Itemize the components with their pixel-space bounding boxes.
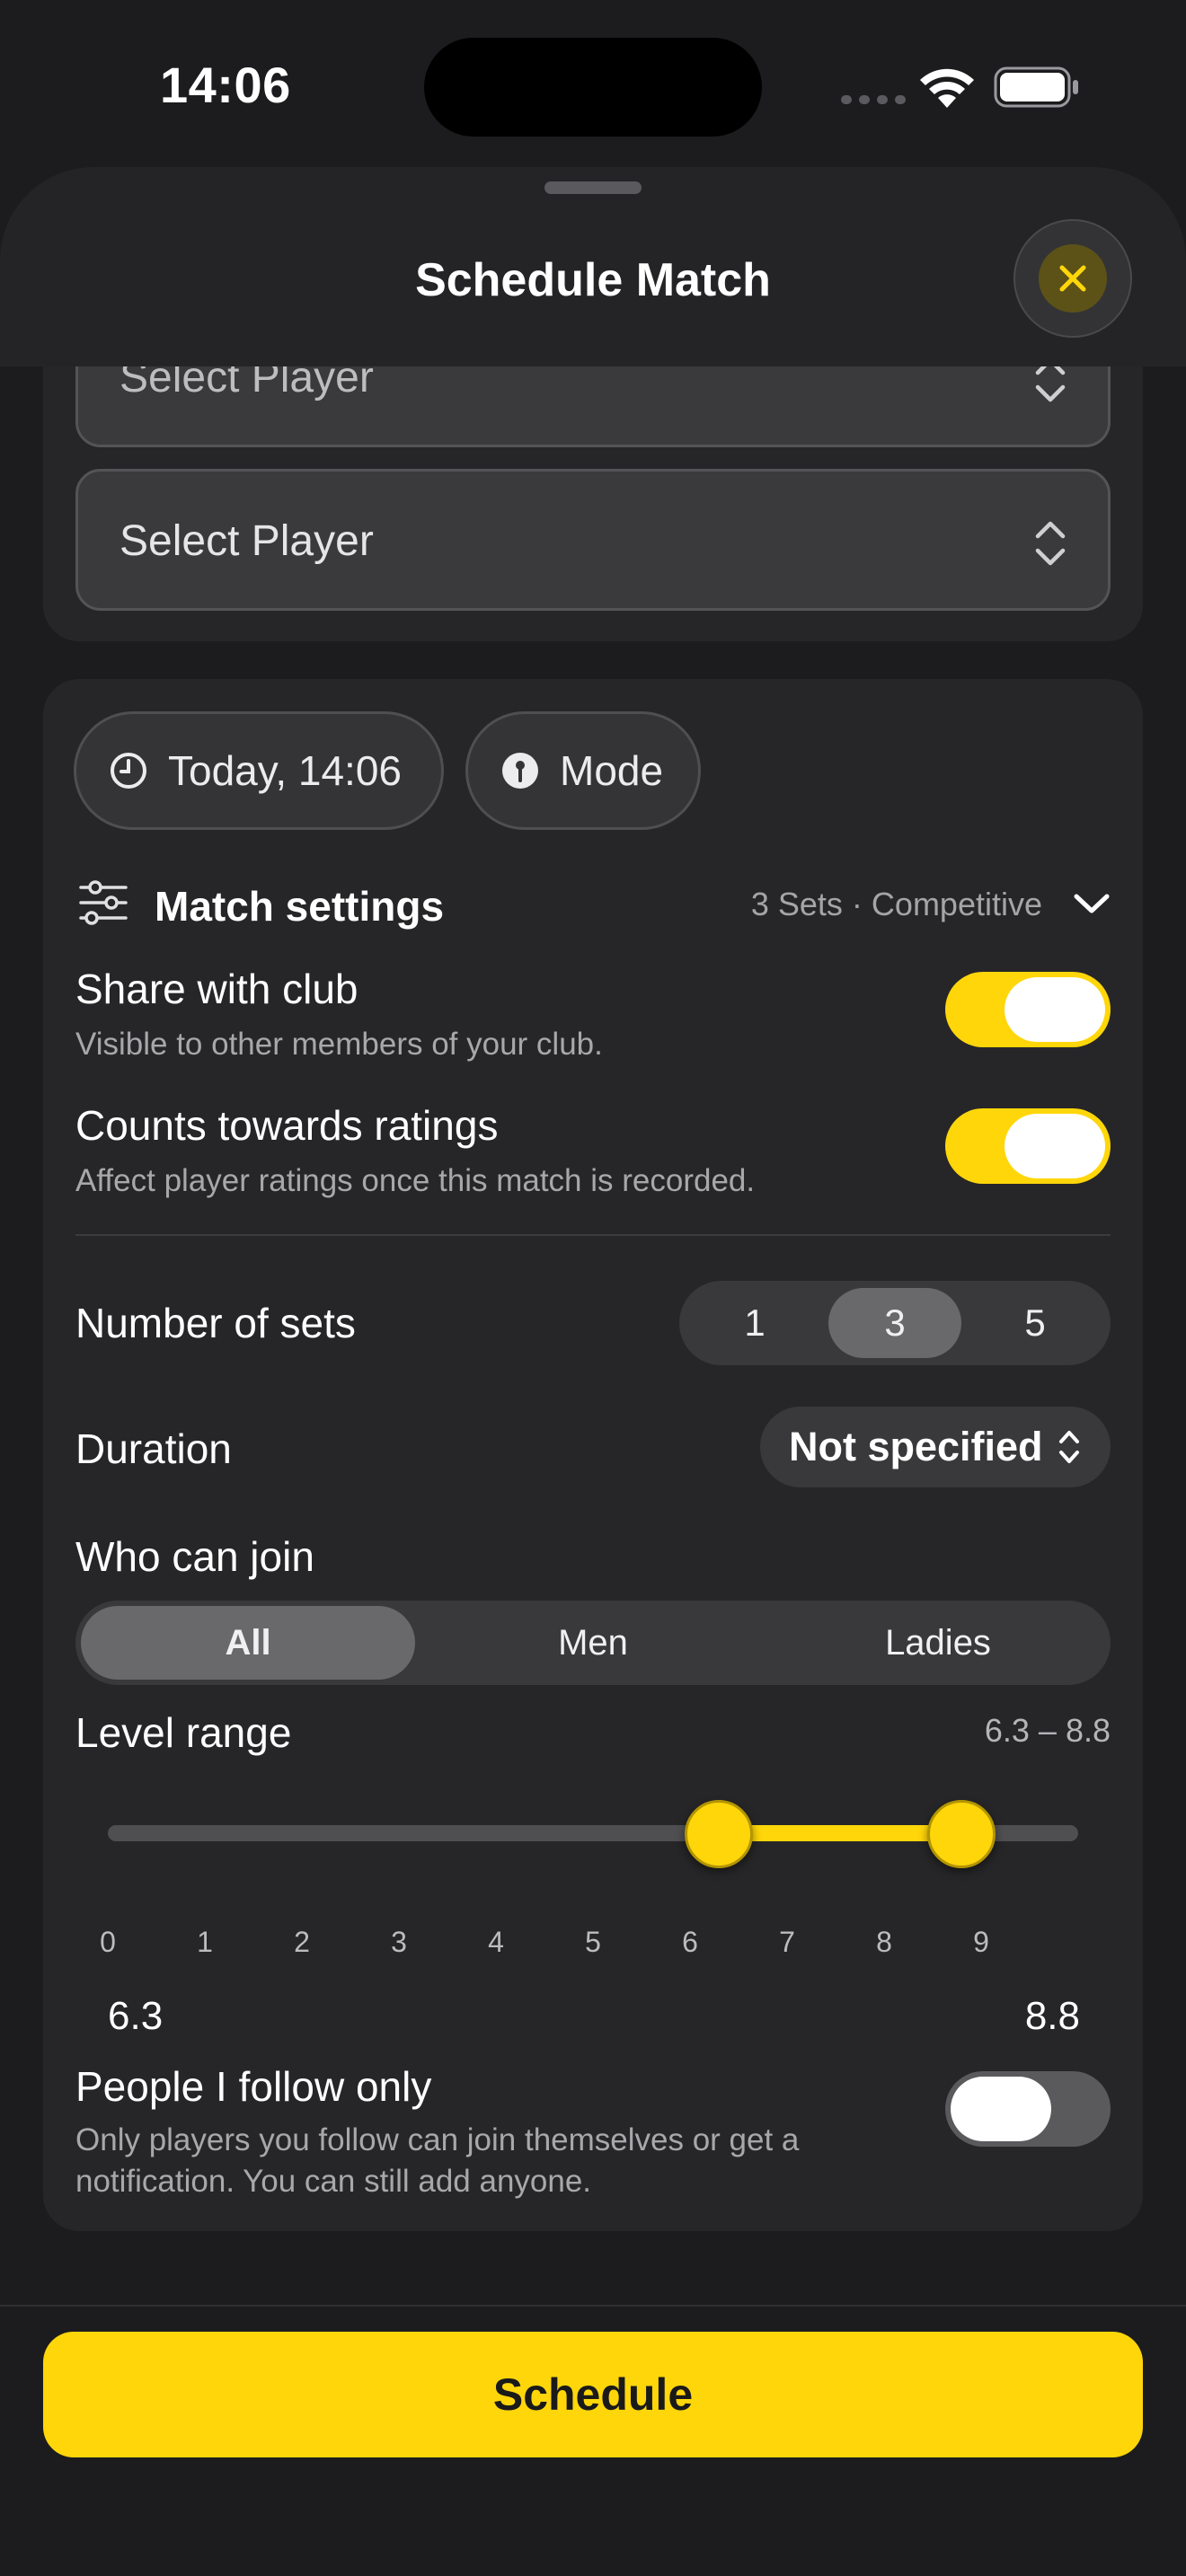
join-option-ladies[interactable]: Ladies — [771, 1606, 1105, 1680]
close-icon — [1059, 265, 1086, 292]
sets-option-3[interactable]: 3 — [828, 1288, 961, 1358]
sets-option-5[interactable]: 5 — [969, 1288, 1102, 1358]
sheet-header: Schedule Match — [0, 167, 1186, 366]
join-option-all[interactable]: All — [81, 1606, 415, 1680]
mode-icon — [502, 753, 538, 789]
duration-label: Duration — [75, 1425, 232, 1472]
level-range-thumb-low[interactable] — [685, 1800, 754, 1868]
level-tick-5: 5 — [585, 1926, 601, 1958]
mode-label: Mode — [560, 747, 664, 794]
chevron-up-down-icon — [1058, 1431, 1079, 1463]
who-can-join-label: Who can join — [75, 1533, 314, 1580]
date-time-label: Today, 14:06 — [168, 747, 403, 794]
chevron-down-icon — [1074, 894, 1110, 913]
level-range-max-value: 8.8 — [1024, 1994, 1080, 2038]
level-range-label: Level range — [75, 1709, 292, 1756]
mode-button[interactable]: Mode — [465, 711, 701, 830]
people-i-follow-row: People I follow only Only players you fo… — [75, 2062, 1111, 2199]
level-tick-7: 7 — [779, 1926, 795, 1958]
match-settings-header[interactable]: Match settings 3 Sets · Competitive — [75, 873, 1111, 936]
counts-towards-ratings-toggle[interactable] — [945, 1108, 1111, 1184]
level-range-value: 6.3 – 8.8 — [984, 1712, 1111, 1749]
level-range-fill — [719, 1825, 962, 1841]
bottom-divider — [0, 2305, 1186, 2307]
schedule-button[interactable]: Schedule — [43, 2332, 1143, 2457]
people-i-follow-subtitle-line-2: notification. You can still add anyone. — [75, 2164, 592, 2199]
match-settings-label: Match settings — [155, 883, 445, 930]
sliders-icon — [79, 880, 128, 925]
people-i-follow-toggle[interactable] — [945, 2071, 1111, 2147]
chevron-up-down-icon — [1035, 521, 1066, 566]
player-select-2-label: Select Player — [119, 517, 374, 565]
wifi-icon — [920, 68, 974, 108]
who-can-join-control: All Men Ladies — [75, 1601, 1111, 1685]
status-time: 14:06 — [160, 57, 291, 113]
counts-towards-ratings-row: Counts towards ratings Affect player rat… — [75, 1101, 1111, 1200]
level-range-min-value: 6.3 — [108, 1994, 164, 2038]
dynamic-island — [424, 38, 762, 137]
divider — [75, 1234, 1111, 1236]
close-button[interactable] — [1013, 219, 1132, 338]
level-tick-3: 3 — [391, 1926, 407, 1958]
battery-icon — [994, 66, 1078, 108]
level-tick-6: 6 — [682, 1926, 698, 1958]
level-tick-8: 8 — [876, 1926, 892, 1958]
number-of-sets-label: Number of sets — [75, 1300, 356, 1346]
number-of-sets-control: 1 3 5 — [679, 1281, 1111, 1365]
match-settings-summary: 3 Sets · Competitive — [750, 886, 1042, 922]
duration-value: Not specified — [789, 1424, 1043, 1469]
date-time-button[interactable]: Today, 14:06 — [74, 711, 444, 830]
level-tick-4: 4 — [488, 1926, 504, 1958]
level-tick-1: 1 — [197, 1926, 213, 1958]
cellular-signal-icon — [841, 95, 906, 104]
share-with-club-row: Share with club Visible to other members… — [75, 965, 1111, 1063]
clock-icon — [111, 753, 146, 789]
status-bar: 14:06 — [0, 0, 1186, 171]
level-tick-0: 0 — [100, 1926, 116, 1958]
level-tick-2: 2 — [294, 1926, 310, 1958]
sheet-grabber[interactable] — [544, 181, 642, 194]
level-tick-9: 9 — [973, 1926, 989, 1958]
duration-picker[interactable]: Not specified — [760, 1407, 1111, 1487]
player-select-2[interactable]: Select Player — [75, 469, 1111, 611]
join-option-men[interactable]: Men — [426, 1606, 760, 1680]
share-with-club-toggle[interactable] — [945, 972, 1111, 1047]
level-range-thumb-high[interactable] — [927, 1800, 996, 1868]
match-settings-card: Today, 14:06 Mode Match settings 3 Sets … — [43, 679, 1143, 2231]
sets-option-1[interactable]: 1 — [688, 1288, 821, 1358]
sheet-title: Schedule Match — [415, 254, 771, 306]
